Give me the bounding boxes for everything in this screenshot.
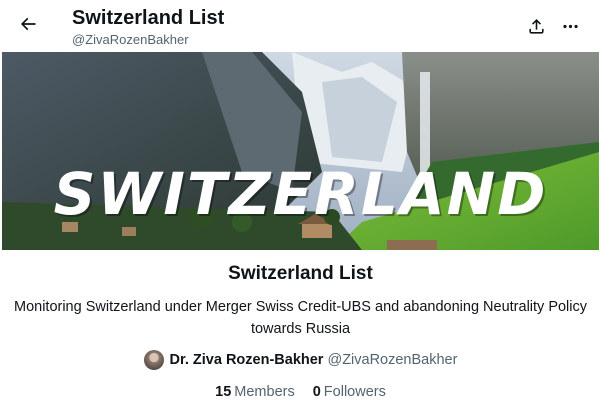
arrow-left-icon — [20, 17, 36, 31]
share-button[interactable] — [522, 12, 550, 40]
followers-count: 0 — [312, 384, 321, 400]
members-label: Members — [234, 384, 295, 400]
followers-label: Followers — [323, 384, 386, 400]
list-description: Monitoring Switzerland under Merger Swis… — [13, 299, 588, 337]
header-title: Switzerland List — [72, 7, 225, 29]
list-stats: 15 Members 0 Followers — [0, 384, 601, 400]
more-options-button[interactable] — [556, 12, 584, 40]
members-link[interactable]: 15 Members — [215, 384, 295, 400]
list-title: Switzerland List — [228, 263, 373, 284]
owner-name[interactable]: Dr. Ziva Rozen-Bakher — [170, 352, 324, 368]
back-button[interactable] — [14, 10, 42, 38]
followers-link[interactable]: 0 Followers — [313, 384, 386, 400]
header-title-block: Switzerland List @ZivaRozenBakher — [72, 6, 224, 49]
share-icon — [528, 18, 544, 34]
banner-title-text: SWITZERLAND — [53, 160, 548, 228]
list-banner-image: SWITZERLAND — [2, 52, 599, 250]
header-handle: @ZivaRozenBakher — [72, 32, 189, 47]
more-horizontal-icon — [562, 24, 578, 28]
avatar[interactable] — [143, 350, 164, 370]
top-bar: Switzerland List @ZivaRozenBakher — [0, 0, 601, 52]
owner-handle[interactable]: @ZivaRozenBakher — [327, 352, 457, 368]
list-info: Switzerland List Monitoring Switzerland … — [0, 252, 601, 340]
list-owner: Dr. Ziva Rozen-Bakher @ZivaRozenBakher — [0, 350, 601, 370]
members-count: 15 — [215, 384, 232, 400]
